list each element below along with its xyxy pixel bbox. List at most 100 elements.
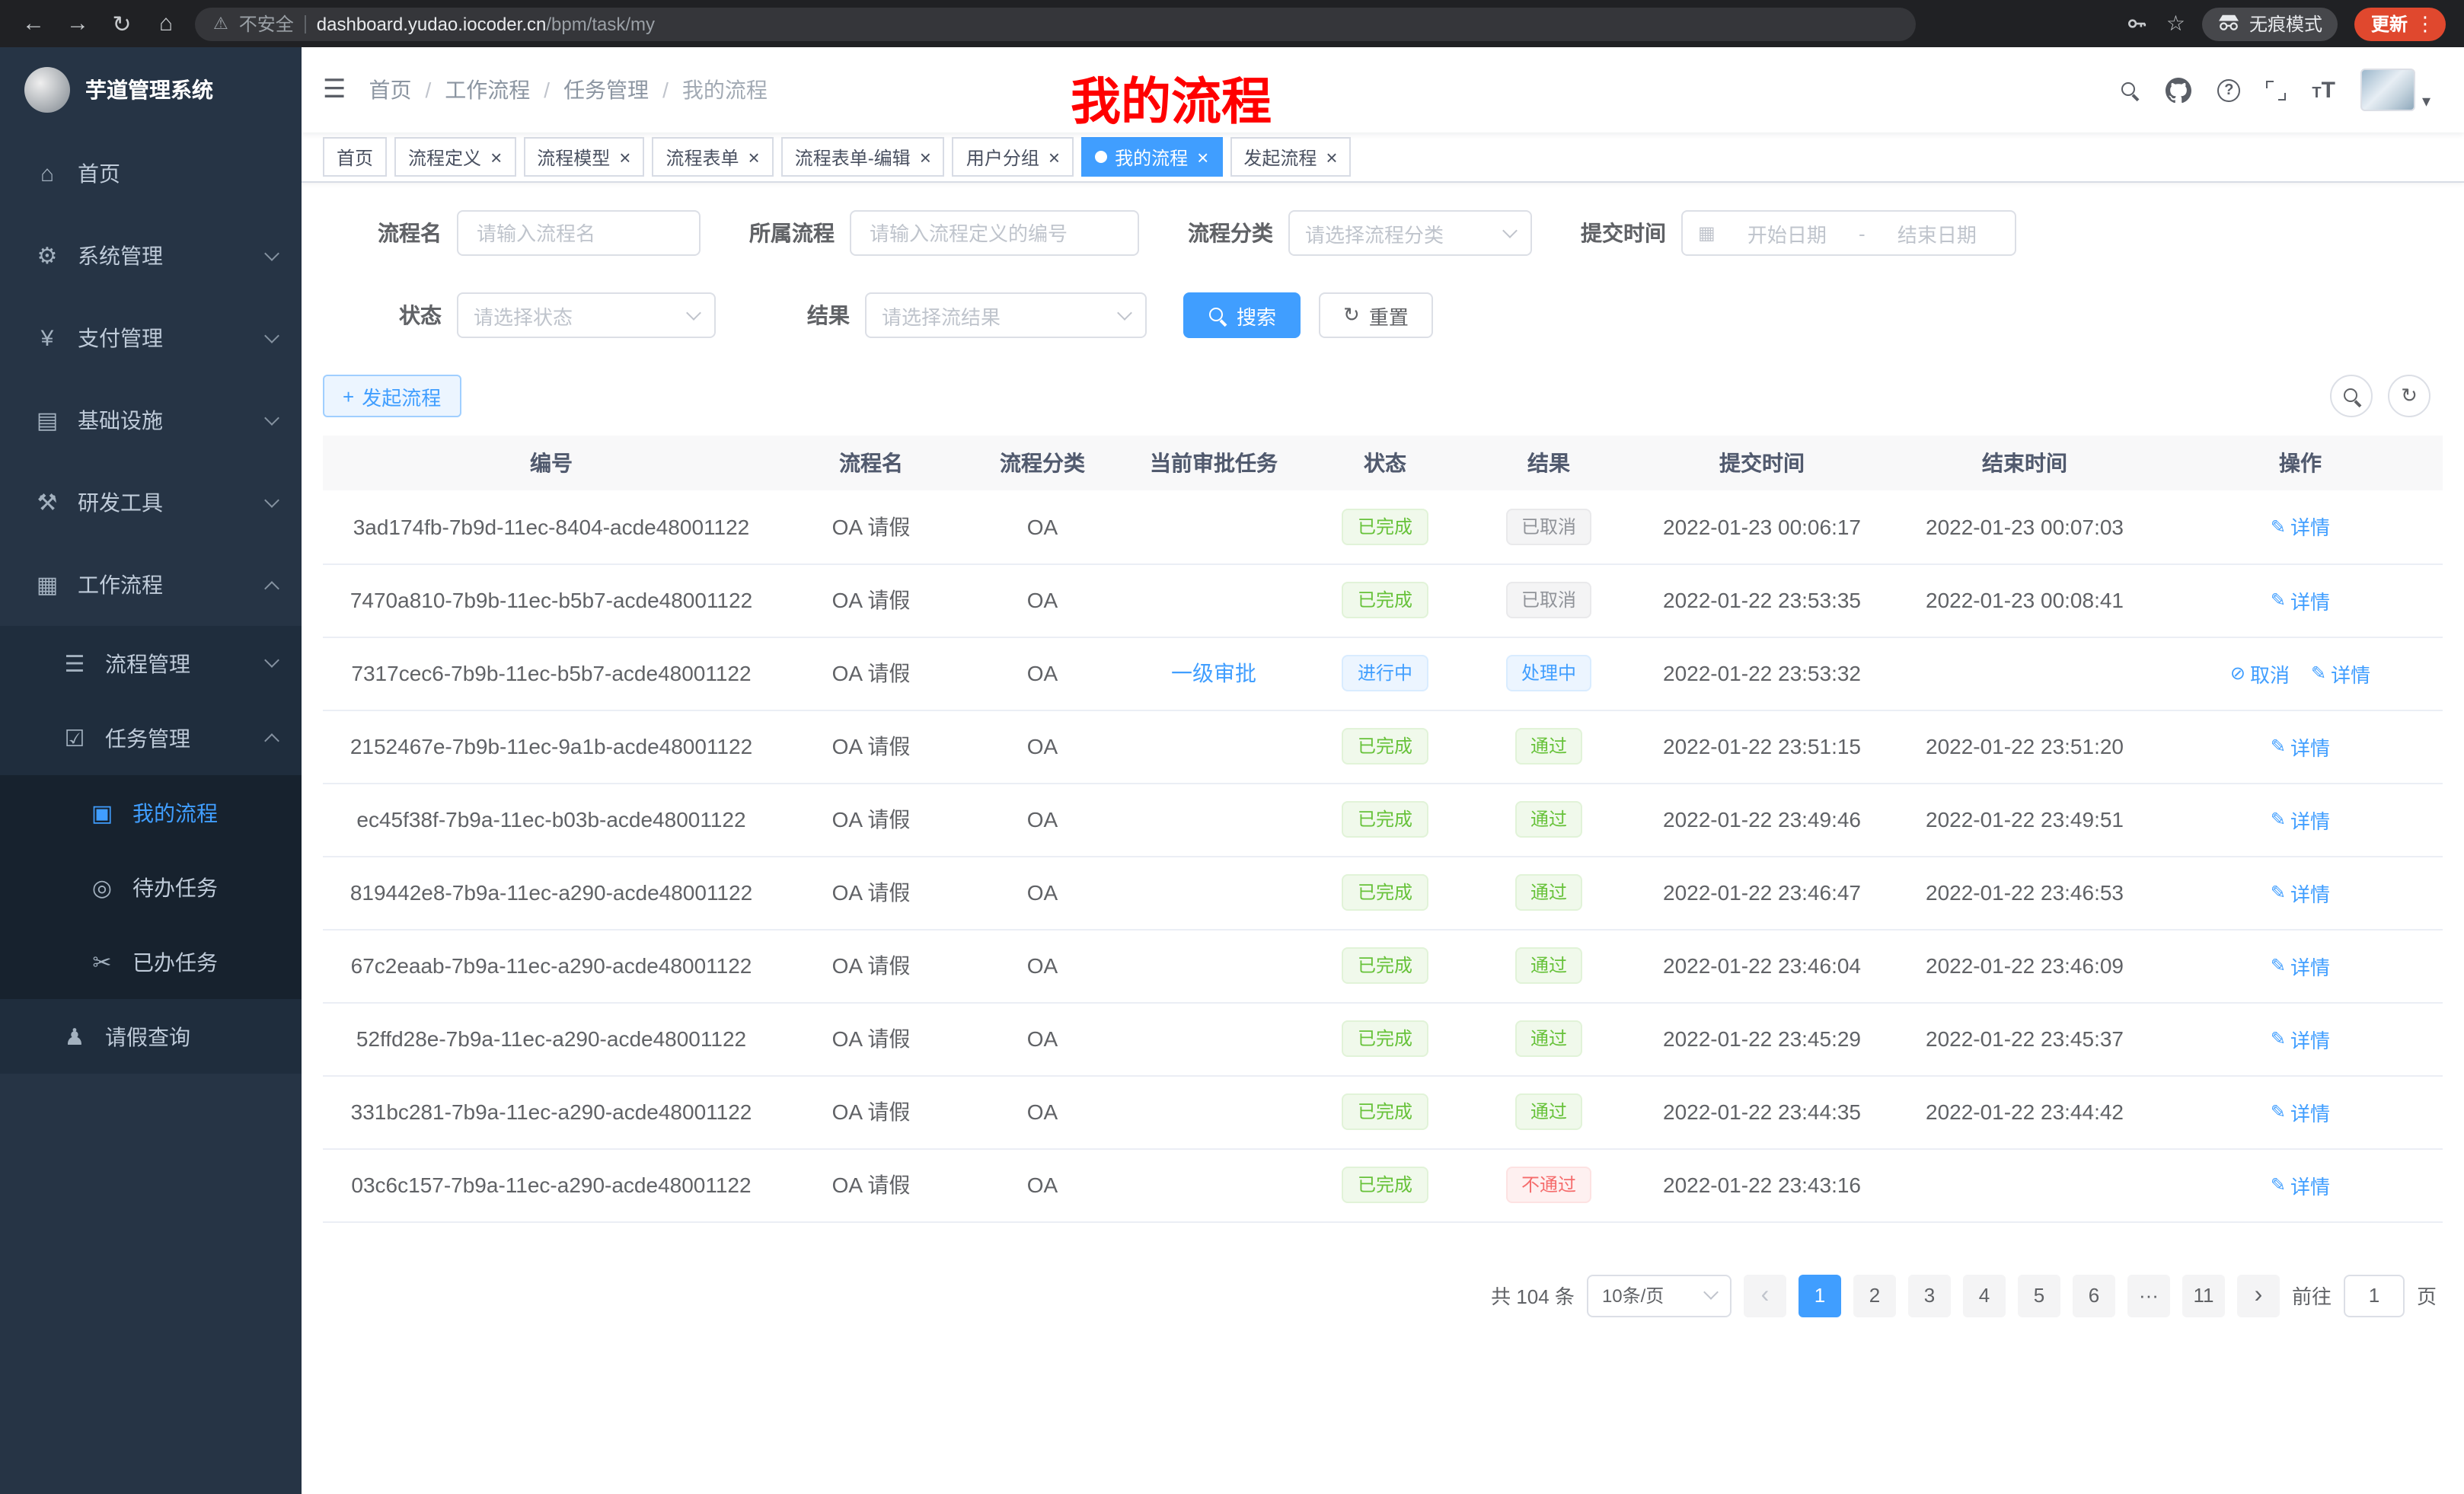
- sidebar-item-system[interactable]: ⚙系统管理: [0, 215, 302, 297]
- close-icon[interactable]: ×: [490, 147, 502, 167]
- search-toggle-button[interactable]: [2330, 375, 2373, 417]
- user-avatar[interactable]: ▾: [2361, 69, 2430, 111]
- filter-process-name-input[interactable]: [457, 210, 701, 256]
- detail-link[interactable]: ✎详情: [2271, 512, 2330, 541]
- browser-forward-icon[interactable]: →: [62, 11, 93, 37]
- sidebar-item-payment[interactable]: ¥支付管理: [0, 297, 302, 379]
- sidebar-item-process-management[interactable]: ☰流程管理: [0, 626, 302, 701]
- detail-link[interactable]: ✎详情: [2271, 1097, 2330, 1126]
- tab-流程表单[interactable]: 流程表单×: [652, 137, 773, 177]
- detail-link[interactable]: ✎详情: [2271, 586, 2330, 615]
- font-size-icon[interactable]: TT: [2312, 77, 2335, 103]
- help-icon[interactable]: ?: [2217, 78, 2240, 101]
- tab-流程模型[interactable]: 流程模型×: [523, 137, 644, 177]
- close-icon[interactable]: ×: [748, 147, 760, 167]
- detail-link[interactable]: ✎详情: [2271, 1170, 2330, 1199]
- select-placeholder: 请选择状态: [474, 301, 679, 330]
- detail-link[interactable]: ✎详情: [2311, 659, 2370, 688]
- update-button[interactable]: 更新 ⋮: [2354, 7, 2446, 40]
- cancel-link[interactable]: ⊘取消: [2230, 659, 2290, 688]
- page-button-11[interactable]: 11: [2182, 1274, 2225, 1317]
- browser-home-icon[interactable]: ⌂: [151, 11, 181, 37]
- process-table: 编号流程名流程分类当前审批任务状态结果提交时间结束时间操作 3ad174fb-7…: [323, 436, 2443, 1222]
- detail-link[interactable]: ✎详情: [2271, 951, 2330, 980]
- close-icon[interactable]: ×: [1048, 147, 1060, 167]
- cell-task: [1122, 783, 1305, 856]
- page-size-select[interactable]: 10条/页: [1587, 1274, 1732, 1317]
- sidebar-item-leave-query[interactable]: ♟请假查询: [0, 999, 302, 1074]
- cell-result: 不通过: [1465, 1148, 1633, 1221]
- start-date-placeholder: 开始日期: [1725, 219, 1850, 247]
- page-button-3[interactable]: 3: [1908, 1274, 1951, 1317]
- page-annotation: 我的流程: [1071, 61, 1272, 134]
- breadcrumb-item[interactable]: 任务管理: [563, 75, 649, 105]
- filter-submit-time-range[interactable]: ▦开始日期-结束日期: [1681, 210, 2016, 256]
- tab-label: 用户分组: [966, 144, 1039, 170]
- fullscreen-icon[interactable]: [2266, 80, 2286, 100]
- incognito-icon: [2217, 11, 2240, 36]
- page-button-6[interactable]: 6: [2073, 1274, 2115, 1317]
- current-task-link[interactable]: 一级审批: [1171, 661, 1256, 685]
- browser-reload-icon[interactable]: ↻: [107, 10, 137, 37]
- breadcrumb-item[interactable]: 首页: [369, 75, 412, 105]
- filter-result-select[interactable]: 请选择流结果: [865, 292, 1147, 338]
- prev-page-button[interactable]: ‹: [1744, 1274, 1786, 1317]
- page-button-4[interactable]: 4: [1963, 1274, 2006, 1317]
- tab-流程表单-编辑[interactable]: 流程表单-编辑×: [781, 137, 945, 177]
- security-label[interactable]: 不安全: [239, 11, 294, 37]
- sidebar-item-workflow[interactable]: ▦工作流程: [0, 544, 302, 626]
- search-button[interactable]: 搜索: [1183, 292, 1301, 338]
- table-tools: ↻: [2330, 375, 2430, 417]
- close-icon[interactable]: ×: [1326, 147, 1337, 167]
- detail-link[interactable]: ✎详情: [2271, 805, 2330, 834]
- chevron-down-icon: [1703, 1285, 1719, 1300]
- sidebar-item-todo-task[interactable]: ◎待办任务: [0, 850, 302, 924]
- sidebar-item-label: 请假查询: [105, 1021, 277, 1052]
- search-icon[interactable]: [2120, 80, 2140, 100]
- filter-process-category-select[interactable]: 请选择流程分类: [1288, 210, 1532, 256]
- page-button-1[interactable]: 1: [1799, 1274, 1841, 1317]
- tab-我的流程[interactable]: 我的流程×: [1081, 137, 1222, 177]
- refresh-button[interactable]: ↻: [2388, 375, 2430, 417]
- chevron-left-icon: ‹: [1761, 1283, 1770, 1307]
- create-process-button[interactable]: + 发起流程: [323, 375, 461, 417]
- close-icon[interactable]: ×: [619, 147, 630, 167]
- sidebar-item-task-management[interactable]: ☑任务管理: [0, 701, 302, 775]
- filter-status-select[interactable]: 请选择状态: [457, 292, 716, 338]
- filter-process-name: 流程名: [344, 210, 701, 256]
- tab-用户分组[interactable]: 用户分组 ×: [953, 137, 1074, 177]
- tab-流程定义[interactable]: 流程定义×: [394, 137, 515, 177]
- browser-back-icon[interactable]: ←: [18, 11, 49, 37]
- browser-menu-icon[interactable]: ⋮: [2415, 11, 2435, 36]
- sidebar-item-done-task[interactable]: ✂已办任务: [0, 924, 302, 999]
- reset-button[interactable]: ↻重置: [1319, 292, 1433, 338]
- address-bar[interactable]: ⚠ 不安全 dashboard.yudao.iocoder.cn/bpm/tas…: [195, 7, 1916, 40]
- key-icon[interactable]: [2127, 12, 2150, 35]
- github-icon[interactable]: [2166, 77, 2191, 103]
- page-button-2[interactable]: 2: [1853, 1274, 1896, 1317]
- filter-process-definition-input[interactable]: [850, 210, 1139, 256]
- status-badge: 已完成: [1342, 1020, 1428, 1057]
- detail-link[interactable]: ✎详情: [2271, 1024, 2330, 1053]
- sidebar-item-home[interactable]: ⌂首页: [0, 132, 302, 215]
- next-page-button[interactable]: ›: [2237, 1274, 2280, 1317]
- cell-status: 已完成: [1305, 1148, 1465, 1221]
- sidebar-item-my-process[interactable]: ▣我的流程: [0, 775, 302, 850]
- sidebar-item-devtools[interactable]: ⚒研发工具: [0, 461, 302, 544]
- tabs-bar: 首页流程定义×流程模型×流程表单×流程表单-编辑×用户分组×我的流程×发起流程×: [302, 132, 2464, 183]
- detail-link[interactable]: ✎详情: [2271, 732, 2330, 761]
- close-icon[interactable]: ×: [920, 147, 931, 167]
- tab-发起流程[interactable]: 发起流程×: [1230, 137, 1351, 177]
- breadcrumb-item[interactable]: 工作流程: [445, 75, 530, 105]
- bookmark-star-icon[interactable]: ☆: [2166, 11, 2185, 37]
- goto-page-input[interactable]: [2344, 1274, 2405, 1317]
- chevron-down-icon: [1502, 222, 1518, 238]
- tab-首页[interactable]: 首页: [323, 137, 387, 177]
- column-header-3: 流程分类: [962, 436, 1122, 490]
- page-button-5[interactable]: 5: [2018, 1274, 2060, 1317]
- detail-link[interactable]: ✎详情: [2271, 878, 2330, 907]
- hamburger-icon[interactable]: ☰: [323, 75, 346, 105]
- close-icon[interactable]: ×: [1197, 147, 1208, 167]
- sidebar-item-infrastructure[interactable]: ▤基础设施: [0, 379, 302, 461]
- page-ellipsis[interactable]: ···: [2127, 1274, 2170, 1317]
